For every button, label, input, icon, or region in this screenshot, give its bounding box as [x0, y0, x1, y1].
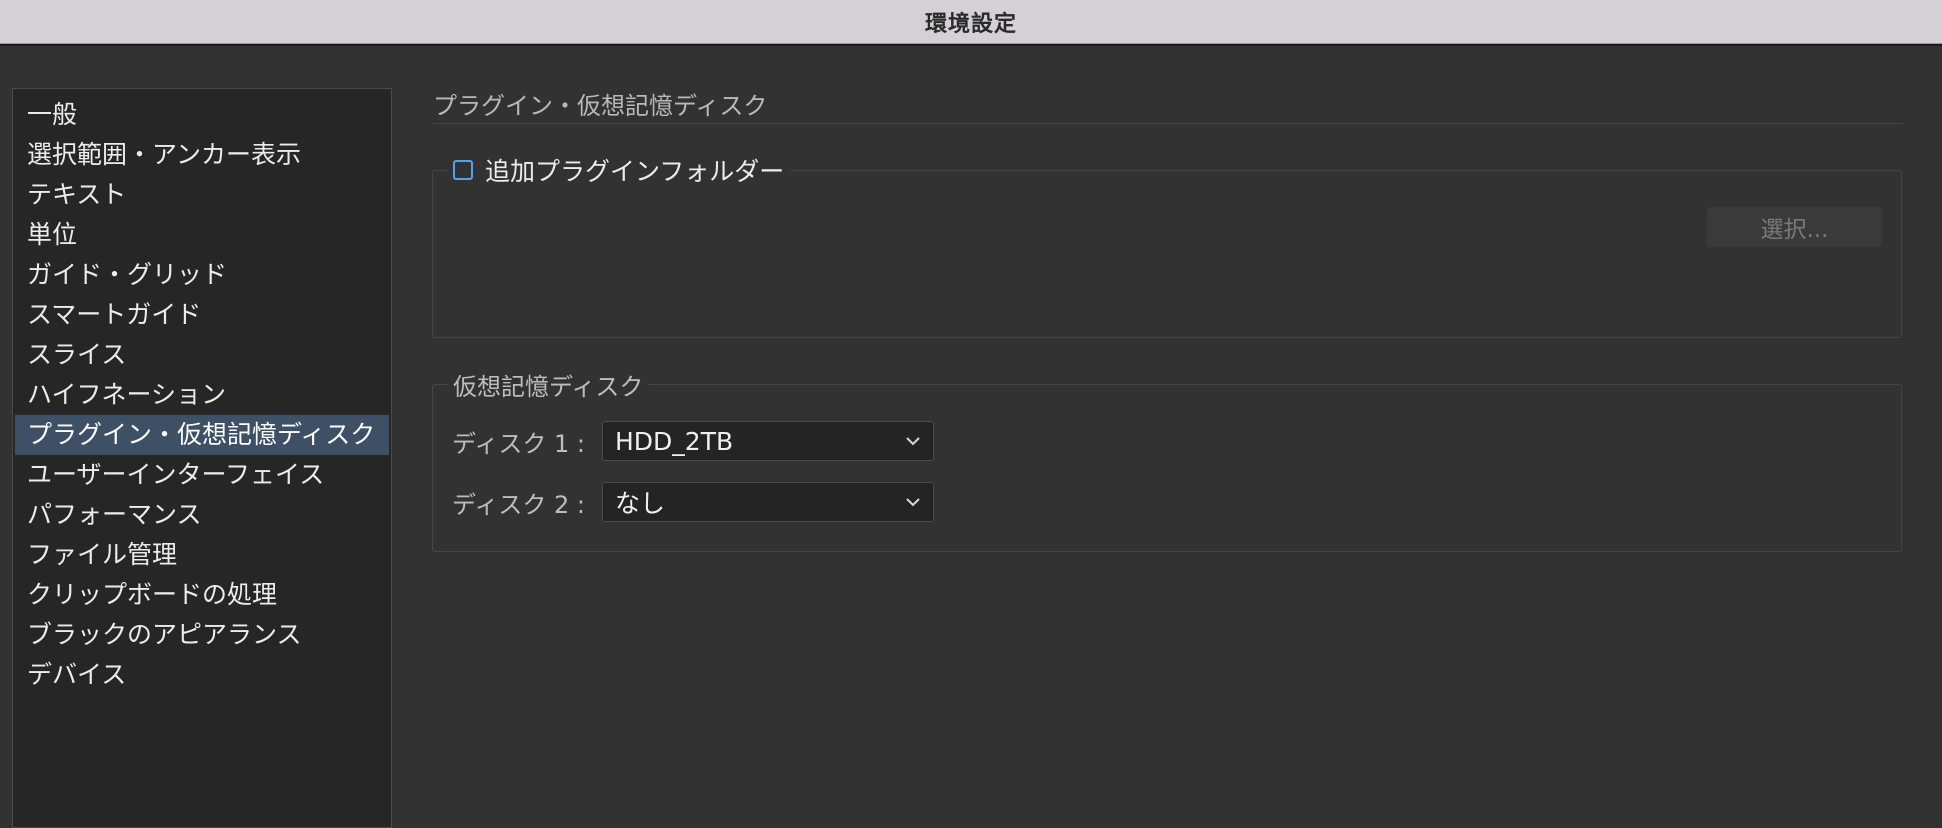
window-titlebar[interactable]: 環境設定 — [0, 0, 1942, 44]
sidebar-item-hyphenation[interactable]: ハイフネーション — [15, 375, 389, 415]
scratch-disks-title: 仮想記憶ディスク — [453, 372, 644, 401]
secondary-scratch-disk-select[interactable]: なし — [602, 482, 934, 522]
additional-plugins-folder-label[interactable]: 追加プラグインフォルダー — [485, 152, 784, 188]
scratch-disk-label: ディスク 2 : — [452, 490, 585, 519]
scratch-disk-label: ディスク 1 : — [452, 429, 585, 458]
sidebar-item-type[interactable]: テキスト — [15, 175, 389, 215]
sidebar-item-devices[interactable]: デバイス — [15, 655, 389, 695]
sidebar-item-file-handling[interactable]: ファイル管理 — [15, 535, 389, 575]
sidebar-item-performance[interactable]: パフォーマンス — [15, 495, 389, 535]
sidebar-item-clipboard-handling[interactable]: クリップボードの処理 — [15, 575, 389, 615]
select-value: なし — [615, 489, 666, 518]
scratch-disk-row-secondary: ディスク 2 : なし — [452, 482, 934, 522]
sidebar-item-units[interactable]: 単位 — [15, 215, 389, 255]
section-title: プラグイン・仮想記憶ディスク — [433, 92, 768, 120]
scratch-disk-row-primary: ディスク 1 : HDD_2TB — [452, 421, 934, 461]
chevron-down-icon — [905, 436, 921, 446]
sidebar-item-selection-anchor-display[interactable]: 選択範囲・アンカー表示 — [15, 135, 389, 175]
plugin-folder-group — [432, 170, 1902, 338]
titlebar-divider — [0, 44, 1942, 46]
sidebar-item-smart-guides[interactable]: スマートガイド — [15, 295, 389, 335]
primary-scratch-disk-select[interactable]: HDD_2TB — [602, 421, 934, 461]
sidebar-item-general[interactable]: 一般 — [15, 95, 389, 135]
checkbox-unchecked-icon[interactable] — [453, 160, 473, 180]
select-value: HDD_2TB — [615, 426, 734, 456]
section-divider — [433, 123, 1903, 124]
plugin-folder-legend[interactable]: 追加プラグインフォルダー — [447, 152, 791, 188]
choose-folder-button[interactable]: 選択... — [1707, 207, 1882, 247]
chevron-down-icon — [905, 497, 921, 507]
sidebar-item-user-interface[interactable]: ユーザーインターフェイス — [15, 455, 389, 495]
sidebar-item-plugins-scratch-disks[interactable]: プラグイン・仮想記憶ディスク — [15, 415, 389, 455]
scratch-disks-group — [432, 384, 1902, 552]
sidebar-item-appearance-of-black[interactable]: ブラックのアピアランス — [15, 615, 389, 655]
sidebar-item-guides-grid[interactable]: ガイド・グリッド — [15, 255, 389, 295]
preferences-sidebar: 一般 選択範囲・アンカー表示 テキスト 単位 ガイド・グリッド スマートガイド … — [12, 88, 392, 828]
window-title: 環境設定 — [924, 11, 1017, 37]
sidebar-item-slices[interactable]: スライス — [15, 335, 389, 375]
scratch-disks-legend: 仮想記憶ディスク — [447, 366, 650, 402]
